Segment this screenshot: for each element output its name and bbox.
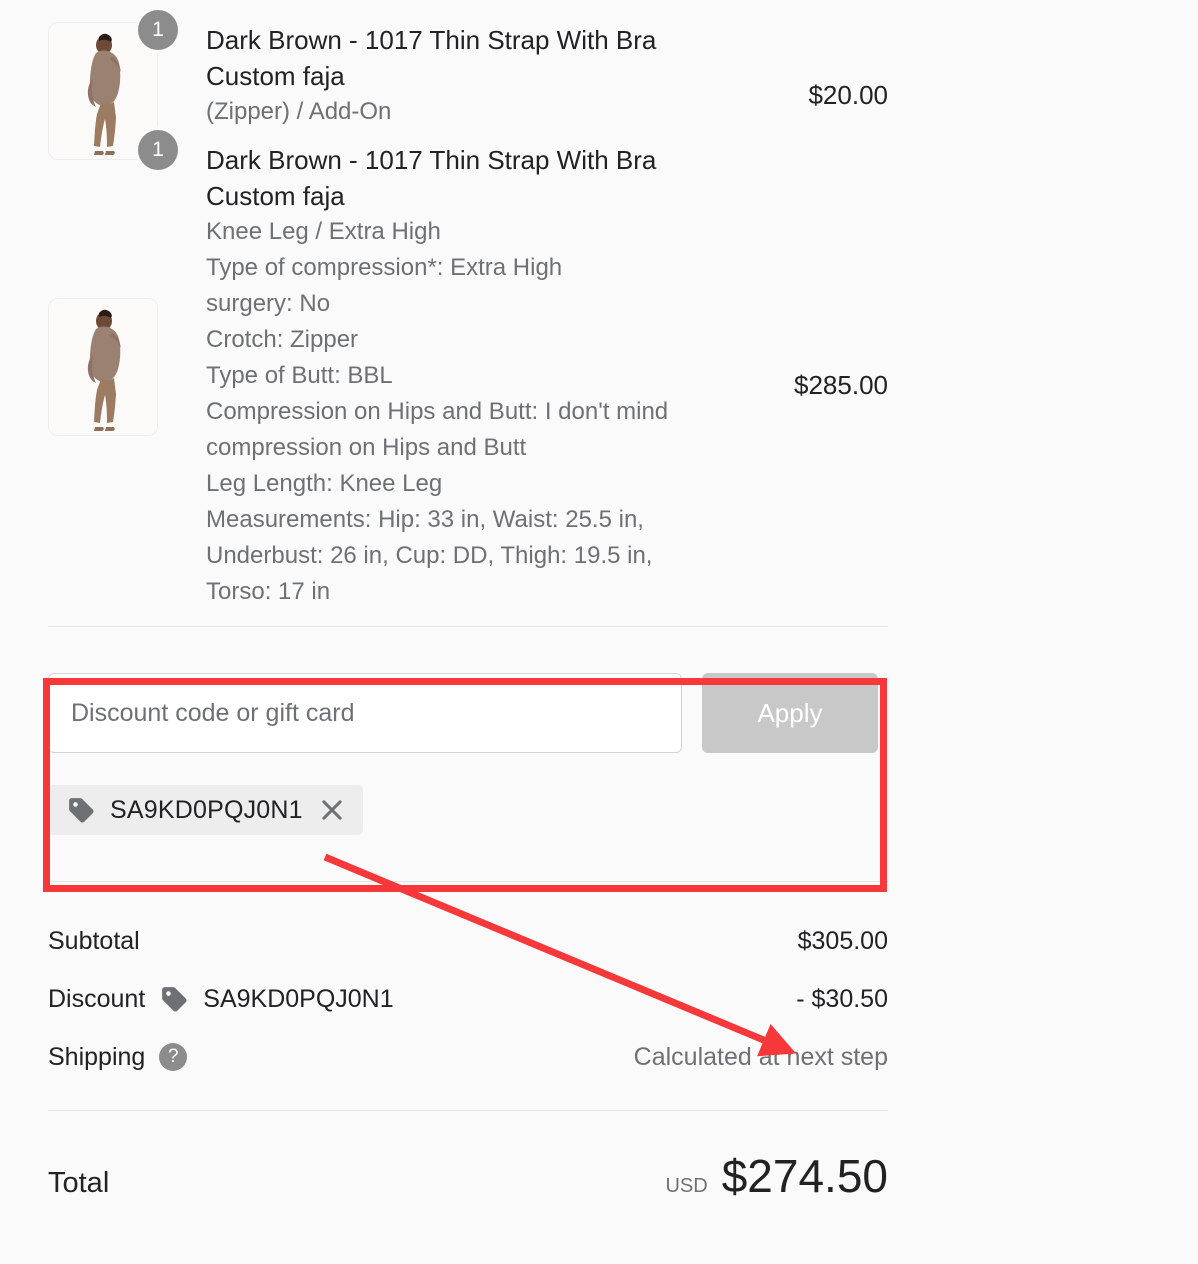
divider <box>48 1110 888 1111</box>
subtotal-row: Subtotal $305.00 <box>48 912 888 970</box>
applied-discount-chip[interactable]: SA9KD0PQJ0N1 <box>48 785 363 835</box>
discount-entry-row: Apply <box>48 673 888 753</box>
line-item-thumbnail-wrap: 1 <box>48 130 178 436</box>
divider <box>48 626 888 627</box>
product-photo-illustration <box>49 299 157 435</box>
total-currency: USD <box>665 1175 708 1197</box>
tag-icon <box>159 984 189 1014</box>
tag-icon <box>66 795 96 825</box>
totals-block: Subtotal $305.00 Discount SA9KD0PQJ0N1 -… <box>48 912 888 1086</box>
discount-value: - $30.50 <box>796 984 888 1013</box>
discount-label: Discount <box>48 984 146 1013</box>
line-item-property: surgery: No <box>206 290 331 317</box>
discount-code-label: SA9KD0PQJ0N1 <box>203 984 394 1013</box>
subtotal-label: Subtotal <box>48 926 140 955</box>
shipping-row: Shipping ? Calculated at next step <box>48 1028 888 1086</box>
checkout-order-summary-page: 1 Dark Brown - 1017 Thin Strap With Bra … <box>0 0 1198 1264</box>
tag-icon-svg <box>162 987 187 1012</box>
discount-section: Apply SA9KD0PQJ0N1 <box>48 673 888 835</box>
tag-icon-svg <box>69 798 94 823</box>
line-item-variant: (Zipper) / Add-On <box>206 98 392 125</box>
applied-discount-code: SA9KD0PQJ0N1 <box>110 795 303 824</box>
line-item-property: Type of Butt: BBL <box>206 362 393 389</box>
line-item: 1 Dark Brown - 1017 Thin Strap With Bra … <box>48 130 888 610</box>
discount-code-input[interactable] <box>48 673 682 753</box>
line-item: 1 Dark Brown - 1017 Thin Strap With Bra … <box>48 0 888 160</box>
divider <box>48 881 888 882</box>
line-item-price: $20.00 <box>808 80 888 110</box>
quantity-badge: 1 <box>138 130 178 170</box>
line-item-title: Dark Brown - 1017 Thin Strap With Bra Cu… <box>206 145 657 211</box>
shipping-label-group: Shipping ? <box>48 1042 188 1072</box>
order-summary: 1 Dark Brown - 1017 Thin Strap With Bra … <box>48 0 888 1203</box>
line-item-property: Measurements: Hip: 33 in, Waist: 25.5 in… <box>206 506 653 605</box>
quantity-badge: 1 <box>138 10 178 50</box>
line-item-property: Crotch: Zipper <box>206 326 359 353</box>
discount-row: Discount SA9KD0PQJ0N1 - $30.50 <box>48 970 888 1028</box>
remove-discount-icon[interactable] <box>317 795 347 825</box>
subtotal-value: $305.00 <box>797 926 888 955</box>
help-icon[interactable]: ? <box>159 1043 188 1071</box>
line-item-details: Dark Brown - 1017 Thin Strap With Bra Cu… <box>172 22 738 130</box>
line-item-property: Compression on Hips and Butt: I don't mi… <box>206 398 669 461</box>
product-thumbnail <box>48 298 158 436</box>
line-item-property: Type of compression*: Extra High <box>206 254 563 281</box>
total-amount: $274.50 <box>721 1150 888 1202</box>
line-item-details: Dark Brown - 1017 Thin Strap With Bra Cu… <box>172 142 738 610</box>
line-item-property: Leg Length: Knee Leg <box>206 470 443 497</box>
total-label: Total <box>48 1167 110 1199</box>
shipping-label: Shipping <box>48 1042 146 1071</box>
shipping-value: Calculated at next step <box>633 1042 888 1071</box>
line-item-title: Dark Brown - 1017 Thin Strap With Bra Cu… <box>206 25 657 91</box>
product-photo-image <box>49 299 157 435</box>
total-row: Total USD $274.50 <box>48 1149 888 1203</box>
total-amount-group: USD $274.50 <box>665 1149 888 1203</box>
line-item-variant: Knee Leg / Extra High <box>206 218 441 245</box>
discount-label-group: Discount SA9KD0PQJ0N1 <box>48 984 394 1014</box>
apply-discount-button[interactable]: Apply <box>702 673 878 753</box>
line-item-price: $285.00 <box>794 370 888 400</box>
